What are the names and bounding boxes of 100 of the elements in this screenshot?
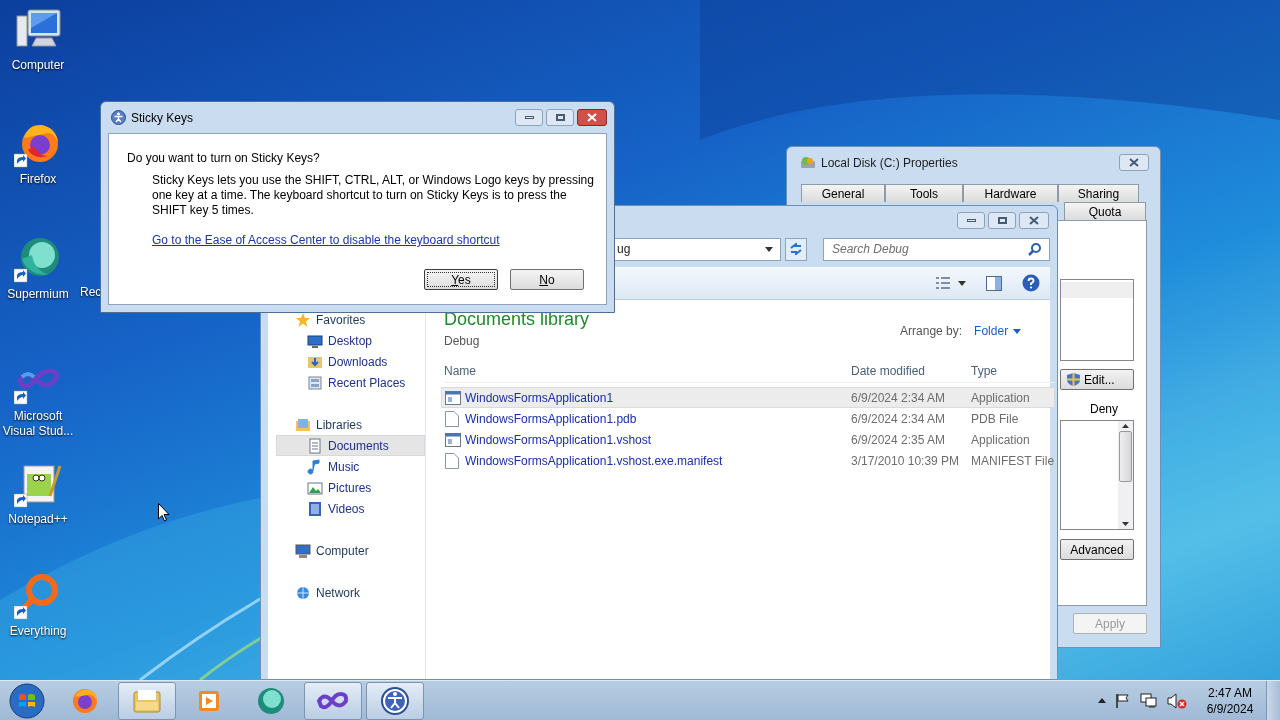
shield-icon — [1066, 372, 1081, 387]
music-note-icon — [307, 458, 323, 475]
close-button[interactable] — [577, 109, 607, 126]
caret-icon — [1013, 328, 1022, 334]
star-icon — [295, 311, 311, 328]
file-row[interactable]: WindowsFormsApplication1.vshost 6/9/2024 2:35 AM Application — [441, 429, 1056, 450]
nav-item[interactable]: Recent Places — [276, 372, 425, 393]
column-header[interactable]: Name — [444, 361, 850, 380]
column-header[interactable]: Date modified — [850, 361, 970, 380]
window-title: Local Disk (C:) Properties — [821, 154, 958, 172]
accessibility-icon — [111, 110, 126, 125]
nav-item[interactable]: Pictures — [276, 477, 425, 498]
maximize-button[interactable] — [546, 109, 574, 126]
view-options-icon[interactable] — [936, 277, 950, 289]
volume-muted-icon[interactable] — [1167, 692, 1187, 709]
advanced-button[interactable]: Advanced — [1060, 539, 1134, 560]
refresh-button[interactable] — [785, 237, 807, 261]
nav-item[interactable]: Favorites — [276, 309, 425, 330]
infinity-icon[interactable] — [304, 681, 362, 720]
dialog-button[interactable]: Yes — [424, 269, 498, 290]
network-icon[interactable] — [1140, 692, 1158, 709]
browser-shortcut-icon — [14, 235, 62, 283]
recent-places-icon — [307, 374, 323, 391]
folder-icon[interactable] — [118, 681, 176, 720]
dialog-button[interactable]: No — [510, 269, 584, 290]
desktop-icon-label[interactable]: Firefox — [18, 172, 58, 187]
close-button[interactable] — [1019, 212, 1049, 229]
window-title: Sticky Keys — [131, 109, 193, 127]
mouse-pointer-icon — [158, 503, 170, 522]
close-button[interactable] — [1119, 154, 1149, 171]
video-icon — [307, 500, 323, 517]
tab[interactable]: Hardware — [963, 184, 1058, 202]
scroll-up-icon[interactable] — [1122, 424, 1129, 428]
flag-icon[interactable] — [1115, 692, 1131, 709]
ease-of-access-link[interactable]: Go to the Ease of Access Center to disable the keyboard shortcut — [152, 231, 500, 249]
accessibility-icon[interactable] — [366, 681, 424, 720]
arrange-label: Arrange by: — [900, 323, 963, 340]
column-header: Deny — [1090, 401, 1118, 418]
tab[interactable]: Quota — [1064, 202, 1146, 220]
tab[interactable]: General — [801, 184, 885, 202]
nav-item[interactable]: Computer — [276, 540, 425, 561]
file-row[interactable]: WindowsFormsApplication1.vshost.exe.manifest 3/17/2010 10:39 PM MANIFEST File — [441, 450, 1056, 471]
tab[interactable]: Tools — [885, 184, 963, 202]
search-field[interactable]: Search Debug — [823, 237, 1050, 261]
nav-item[interactable]: Desktop — [276, 330, 425, 351]
desktop-icon-label[interactable]: Notepad++ — [7, 512, 69, 527]
dropdown-caret-icon[interactable] — [958, 280, 966, 286]
desktop-icon-label[interactable]: Rec — [80, 285, 102, 300]
maximize-button[interactable] — [988, 212, 1016, 229]
arrange-dropdown[interactable]: Folder — [974, 322, 1022, 340]
document-icon — [307, 437, 323, 454]
library-subtitle: Debug — [444, 333, 481, 350]
close-icon — [587, 113, 597, 122]
picture-icon — [307, 479, 323, 496]
dialog-description: Sticky Keys lets you use the SHIFT, CTRL, ALT, or Windows Logo keys by pressing one key at a time. The keyboard shortcut to turn on Sticky Keys is to press the SHIFT key 5 times. — [152, 173, 595, 218]
nav-item[interactable]: Music — [276, 456, 425, 477]
library-title: Documents library — [444, 309, 590, 329]
edit-button[interactable]: Edit... — [1060, 369, 1134, 390]
network-icon — [295, 584, 311, 601]
column-header[interactable]: Type — [970, 361, 1056, 380]
library-icon — [295, 416, 311, 433]
file-name: WindowsFormsApplication1 — [465, 389, 615, 407]
clock-time: 2:47 AM — [1208, 684, 1252, 701]
application-icon — [445, 390, 461, 405]
nav-item[interactable]: Downloads — [276, 351, 425, 372]
file-date: 3/17/2010 10:39 PM — [851, 452, 961, 470]
minimize-button[interactable] — [957, 212, 985, 229]
blank-file-icon — [445, 410, 459, 427]
list-box[interactable] — [1060, 420, 1134, 530]
desktop-icon-label[interactable]: Computer — [10, 58, 66, 73]
preview-pane-icon[interactable] — [986, 275, 1002, 291]
desktop-icon-label[interactable]: Microsoft Visual Stud... — [0, 409, 76, 439]
refresh-icon — [789, 243, 803, 255]
nav-item[interactable]: Documents — [276, 435, 425, 456]
close-icon — [1029, 216, 1039, 225]
scroll-down-icon[interactable] — [1122, 522, 1129, 526]
file-date: 6/9/2024 2:35 AM — [851, 431, 947, 449]
dropdown-caret-icon — [765, 246, 773, 252]
desktop-icon-label[interactable]: Supermium — [6, 287, 70, 302]
help-icon[interactable] — [1022, 274, 1040, 292]
nav-item[interactable]: Libraries — [276, 414, 425, 435]
blank-file-icon — [445, 452, 459, 469]
computer-icon — [295, 542, 311, 559]
file-type: Application — [971, 389, 1031, 407]
file-date: 6/9/2024 2:34 AM — [851, 389, 947, 407]
minimize-button[interactable] — [515, 109, 543, 126]
desktop-icon — [307, 332, 323, 349]
list-box[interactable] — [1060, 279, 1134, 361]
nav-item[interactable]: Network — [276, 582, 425, 603]
file-row[interactable]: WindowsFormsApplication1 6/9/2024 2:34 AM Application — [441, 387, 1056, 408]
file-type: Application — [971, 431, 1031, 449]
clock-date: 6/9/2024 — [1206, 700, 1254, 717]
show-hidden-icons-icon[interactable] — [1098, 698, 1106, 703]
tab[interactable]: Sharing — [1058, 184, 1139, 202]
file-row[interactable]: WindowsFormsApplication1.pdb 6/9/2024 2:34 AM PDB File — [441, 408, 1056, 429]
file-name: WindowsFormsApplication1.pdb — [465, 410, 638, 428]
scrollbar[interactable] — [1118, 421, 1133, 529]
file-name: WindowsFormsApplication1.vshost.exe.manifest — [465, 452, 724, 470]
nav-item[interactable]: Videos — [276, 498, 425, 519]
dialog-question: Do you want to turn on Sticky Keys? — [127, 150, 321, 167]
